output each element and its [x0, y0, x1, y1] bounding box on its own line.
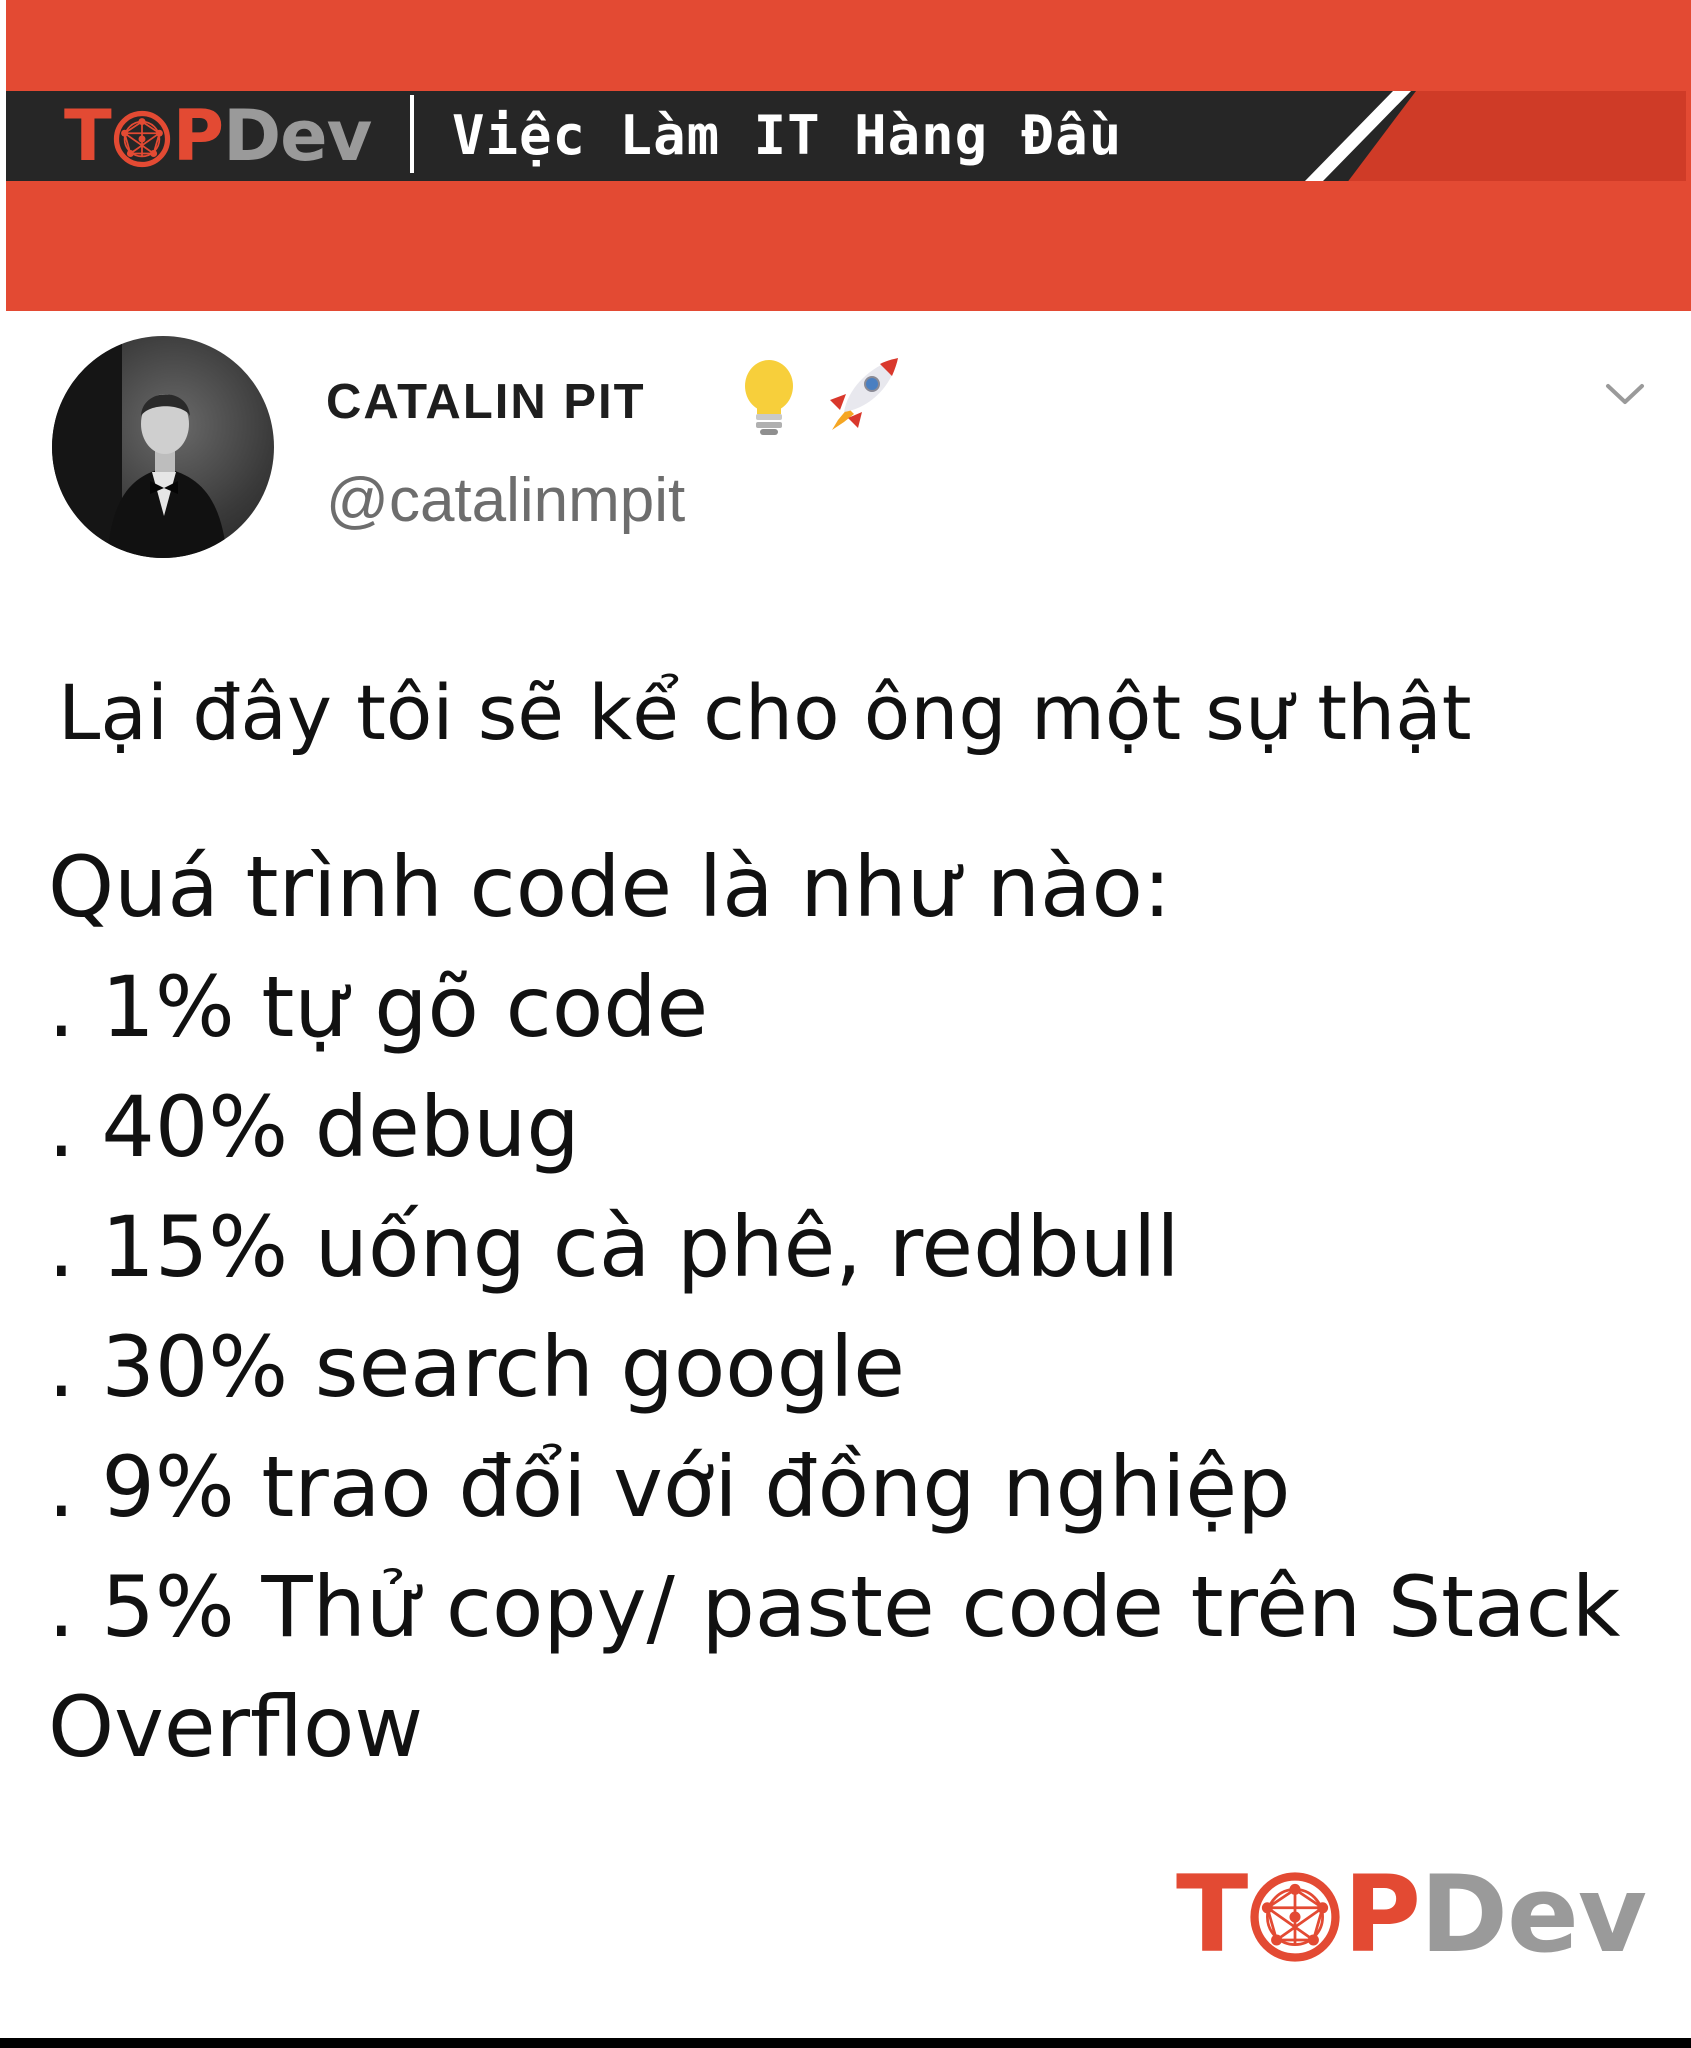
topdev-globe-icon	[111, 95, 173, 177]
logo-letter-p: P	[1343, 1853, 1421, 1976]
lightbulb-icon	[745, 360, 793, 435]
list-item: . 40% debug	[48, 1078, 580, 1176]
author-handle[interactable]: @catalinmpit	[326, 466, 685, 536]
list-item: . 15% uống cà phê, redbull	[48, 1198, 1180, 1296]
logo-letter-t: T	[64, 95, 112, 177]
banner-tagline: Việc Làm IT Hàng Đầu	[452, 104, 1123, 167]
author-name[interactable]: CATALIN PIT	[326, 372, 646, 432]
banner-divider	[410, 95, 414, 173]
tweet-intro: Lại đây tôi sẽ kể cho ông một sự thật	[58, 668, 1472, 757]
topdev-globe-icon	[1247, 1860, 1343, 1970]
tweet-heading: Quá trình code là như nào:	[48, 838, 1172, 936]
topdev-logo[interactable]: T PDev	[64, 95, 372, 177]
chevron-down-icon[interactable]	[1604, 380, 1646, 408]
list-item-continued: Overflow	[48, 1678, 424, 1776]
list-item: . 9% trao đổi với đồng nghiệp	[48, 1438, 1291, 1536]
list-item: . 1% tự gõ code	[48, 958, 709, 1056]
logo-letter-p: P	[172, 95, 224, 177]
logo-letter-t: T	[1176, 1853, 1248, 1976]
bottom-rule	[0, 2038, 1691, 2048]
author-avatar[interactable]	[52, 336, 274, 558]
list-item: . 5% Thử copy/ paste code trên Stack	[48, 1558, 1621, 1656]
rocket-icon	[830, 358, 898, 430]
list-item: . 30% search google	[48, 1318, 905, 1416]
avatar-photo	[52, 336, 227, 558]
logo-dev-text: Dev	[1420, 1853, 1647, 1976]
footer-topdev-logo: T PDev	[1176, 1860, 1647, 1970]
logo-dev-text: Dev	[223, 95, 372, 177]
